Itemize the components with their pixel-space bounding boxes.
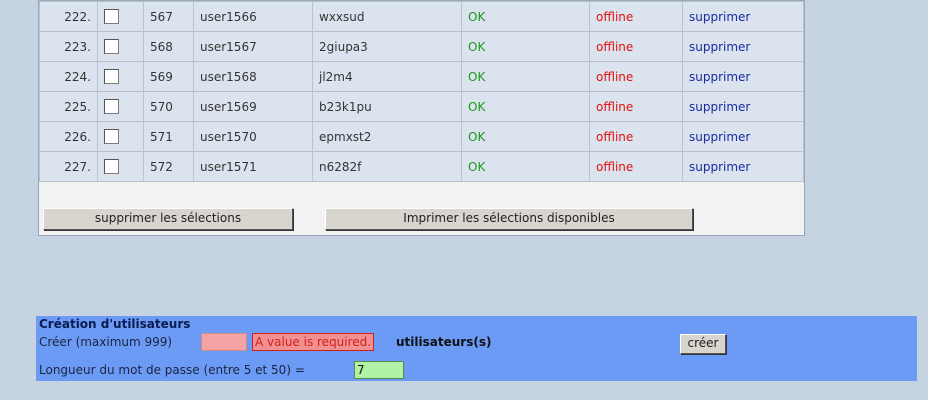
status: OK <box>461 31 590 62</box>
delete-link[interactable]: supprimer <box>682 91 804 122</box>
users-table: 222. 567 user1566 wxxsud OK offline supp… <box>39 1 804 182</box>
table-row: 223. 568 user1567 2giupa3 OK offline sup… <box>39 31 804 62</box>
online-status: offline <box>589 151 683 182</box>
status: OK <box>461 1 590 32</box>
user-id: 569 <box>143 61 194 92</box>
online-status: offline <box>589 1 683 32</box>
user-id: 571 <box>143 121 194 152</box>
table-row: 222. 567 user1566 wxxsud OK offline supp… <box>39 1 804 32</box>
online-status: offline <box>589 121 683 152</box>
user-id: 568 <box>143 31 194 62</box>
user-id: 567 <box>143 1 194 32</box>
password-length-input[interactable]: 7 <box>354 361 404 379</box>
row-number: 224. <box>39 61 98 92</box>
row-checkbox[interactable] <box>104 99 119 114</box>
status: OK <box>461 91 590 122</box>
username: user1569 <box>193 91 313 122</box>
delete-link[interactable]: supprimer <box>682 61 804 92</box>
password: b23k1pu <box>312 91 462 122</box>
password: 2giupa3 <box>312 31 462 62</box>
row-number: 225. <box>39 91 98 122</box>
create-button[interactable]: créer <box>680 334 726 354</box>
table-row: 227. 572 user1571 n6282f OK offline supp… <box>39 151 804 182</box>
username: user1566 <box>193 1 313 32</box>
password: wxxsud <box>312 1 462 32</box>
online-status: offline <box>589 31 683 62</box>
create-label: Créer (maximum 999) <box>39 335 173 349</box>
row-checkbox[interactable] <box>104 9 119 24</box>
password-length-label: Longueur du mot de passe (entre 5 et 50)… <box>39 363 305 377</box>
user-id: 570 <box>143 91 194 122</box>
table-row: 226. 571 user1570 epmxst2 OK offline sup… <box>39 121 804 152</box>
row-number: 226. <box>39 121 98 152</box>
username: user1570 <box>193 121 313 152</box>
user-id: 572 <box>143 151 194 182</box>
validation-error: A value is required. <box>252 333 375 351</box>
delete-selected-button[interactable]: supprimer les sélections <box>43 208 293 230</box>
username: user1567 <box>193 31 313 62</box>
create-count-input[interactable] <box>201 333 247 351</box>
table-row: 225. 570 user1569 b23k1pu OK offline sup… <box>39 91 804 122</box>
delete-link[interactable]: supprimer <box>682 151 804 182</box>
username: user1571 <box>193 151 313 182</box>
delete-link[interactable]: supprimer <box>682 1 804 32</box>
row-number: 222. <box>39 1 98 32</box>
row-checkbox[interactable] <box>104 129 119 144</box>
status: OK <box>461 61 590 92</box>
creation-title: Création d'utilisateurs <box>39 317 191 331</box>
table-row: 224. 569 user1568 jl2m4 OK offline suppr… <box>39 61 804 92</box>
users-table-container: 222. 567 user1566 wxxsud OK offline supp… <box>38 0 805 236</box>
row-checkbox[interactable] <box>104 159 119 174</box>
row-number: 223. <box>39 31 98 62</box>
row-checkbox[interactable] <box>104 39 119 54</box>
delete-link[interactable]: supprimer <box>682 31 804 62</box>
password: epmxst2 <box>312 121 462 152</box>
row-checkbox[interactable] <box>104 69 119 84</box>
status: OK <box>461 151 590 182</box>
password: n6282f <box>312 151 462 182</box>
username: user1568 <box>193 61 313 92</box>
delete-link[interactable]: supprimer <box>682 121 804 152</box>
print-selected-button[interactable]: Imprimer les sélections disponibles <box>325 208 693 230</box>
online-status: offline <box>589 91 683 122</box>
status: OK <box>461 121 590 152</box>
user-creation-panel: Création d'utilisateurs Créer (maximum 9… <box>36 316 917 381</box>
online-status: offline <box>589 61 683 92</box>
password: jl2m4 <box>312 61 462 92</box>
row-number: 227. <box>39 151 98 182</box>
units-label: utilisateurs(s) <box>396 335 492 349</box>
